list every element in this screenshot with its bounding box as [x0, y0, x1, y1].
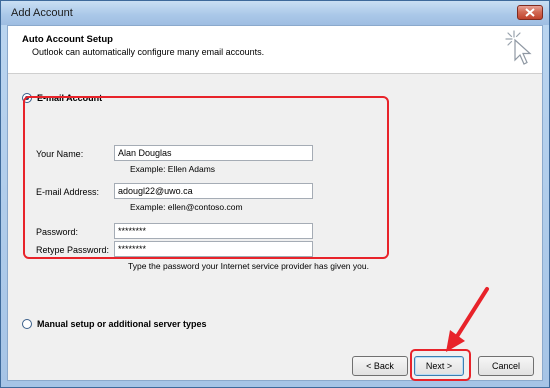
wizard-cursor-icon: [505, 30, 532, 65]
cancel-button[interactable]: Cancel: [478, 356, 534, 376]
red-arrow-icon: [446, 287, 489, 352]
page-subtitle: Outlook can automatically configure many…: [32, 47, 265, 57]
password-hint: Type the password your Internet service …: [128, 261, 369, 271]
close-icon: [525, 8, 535, 17]
window-title: Add Account: [11, 7, 73, 19]
title-bar[interactable]: Add Account: [1, 1, 549, 25]
close-button[interactable]: [517, 5, 543, 20]
manual-setup-radio[interactable]: [22, 319, 32, 329]
manual-setup-option[interactable]: Manual setup or additional server types: [22, 319, 207, 329]
back-button[interactable]: < Back: [352, 356, 408, 376]
add-account-window: Add Account Auto Account Setup Outlook c…: [0, 0, 550, 388]
manual-setup-label: Manual setup or additional server types: [37, 319, 207, 329]
wizard-header: Auto Account Setup Outlook can automatic…: [8, 26, 542, 74]
form-highlight-annotation: [23, 96, 389, 259]
page-title: Auto Account Setup: [22, 34, 113, 45]
